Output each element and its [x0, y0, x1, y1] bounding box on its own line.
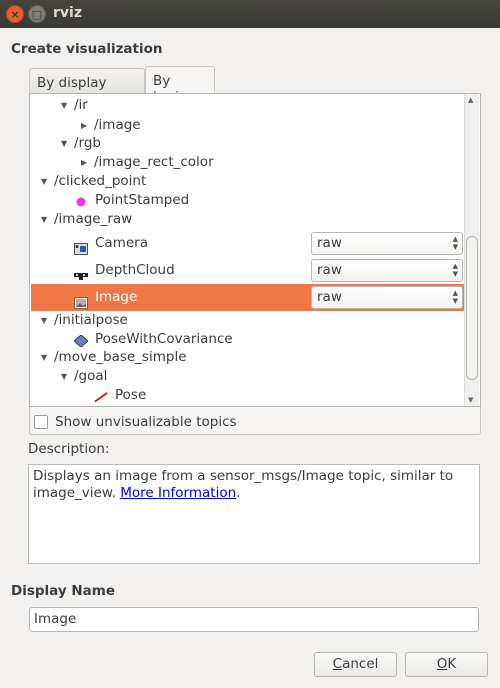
expand-arrow-right-icon[interactable]: ▶	[81, 153, 87, 172]
expand-arrow-down-icon[interactable]: ▼	[41, 348, 47, 367]
expand-arrow-down-icon[interactable]: ▼	[61, 134, 67, 153]
tree-item-label: DepthCloud	[95, 262, 175, 278]
section-heading: Create visualization	[11, 41, 163, 57]
display-item[interactable]: Pose	[31, 386, 466, 405]
show-unvisualizable-checkbox[interactable]	[34, 415, 48, 429]
expand-arrow-down-icon[interactable]: ▼	[41, 311, 47, 330]
tree-item-label: /goal	[74, 368, 108, 384]
expand-arrow-down-icon[interactable]: ▼	[61, 96, 67, 115]
image-icon	[74, 292, 88, 309]
camera-icon	[74, 238, 88, 255]
spinner-arrows-icon: ▲ ▼	[452, 262, 458, 278]
topic-item[interactable]: ▼ /goal	[31, 367, 466, 386]
title-bar: × □ rviz	[0, 0, 500, 28]
description-period: .	[236, 485, 241, 501]
tree-item-label: /ir	[74, 97, 88, 113]
display-item[interactable]: PoseWithCovariance	[31, 330, 466, 349]
description-text: Displays an image from a sensor_msgs/Ima…	[33, 468, 454, 501]
display-item[interactable]: DepthCloud raw ▲ ▼	[31, 257, 466, 284]
topic-item[interactable]: ▼ /ir	[31, 96, 466, 115]
display-item[interactable]: PointStamped	[31, 191, 466, 210]
topic-item[interactable]: ▶ /image_rect_color	[31, 153, 466, 172]
tree-item-label: Camera	[95, 235, 148, 251]
combo-value: raw	[317, 289, 342, 305]
tree-item-label: /clicked_point	[54, 173, 147, 189]
transport-combo[interactable]: raw ▲ ▼	[311, 286, 463, 309]
tree-item-label: PoseWithCovariance	[95, 331, 233, 347]
description-box: Displays an image from a sensor_msgs/Ima…	[28, 464, 480, 564]
spinner-arrows-icon: ▲ ▼	[452, 289, 458, 305]
ok-button[interactable]: OK	[405, 652, 488, 677]
topic-tree: ▼/ir ▶/image ▼/rgb ▶/image_rect_color ▼/clic…	[29, 93, 481, 407]
topic-item[interactable]: ▼ /initialpose	[31, 311, 466, 330]
combo-value: raw	[317, 262, 342, 278]
cancel-button[interactable]: Cancel	[314, 652, 397, 677]
display-name-input[interactable]: Image	[29, 607, 479, 632]
tree-item-label: /image_raw	[54, 211, 133, 227]
expand-arrow-down-icon[interactable]: ▼	[61, 367, 67, 386]
display-item[interactable]: Image raw ▲ ▼	[31, 284, 466, 311]
tab-by-display-type[interactable]: By display type	[29, 68, 145, 107]
depthcloud-icon	[74, 265, 88, 280]
scrollbar-thumb[interactable]	[466, 236, 478, 380]
pose-covariance-icon	[73, 333, 89, 348]
tree-item-label: /image	[94, 117, 141, 133]
tree-item-label: Image	[95, 289, 138, 305]
window-title: rviz	[53, 5, 82, 21]
expand-arrow-down-icon[interactable]: ▼	[41, 210, 47, 229]
show-unvisualizable-label: Show unvisualizable topics	[55, 414, 237, 430]
close-window-button[interactable]: ×	[6, 5, 24, 23]
topic-item[interactable]: ▶ /image	[31, 116, 466, 135]
topic-item[interactable]: ▼ /image_raw	[31, 210, 466, 229]
expand-arrow-down-icon[interactable]: ▼	[41, 172, 47, 191]
topic-item[interactable]: ▼ /clicked_point	[31, 172, 466, 191]
combo-value: raw	[317, 235, 342, 251]
more-information-link[interactable]: More Information	[120, 485, 236, 501]
tab-by-topic[interactable]: By topic	[145, 66, 215, 105]
transport-combo[interactable]: raw ▲ ▼	[311, 259, 463, 282]
spinner-arrows-icon: ▲ ▼	[452, 235, 458, 251]
tree-item-label: /initialpose	[54, 312, 128, 328]
display-name-label: Display Name	[11, 583, 115, 599]
tree-item-label: /rgb	[74, 135, 101, 151]
pose-arrow-icon	[94, 390, 108, 403]
display-item[interactable]: Camera raw ▲ ▼	[31, 230, 466, 257]
tree-item-label: Pose	[115, 387, 147, 403]
tree-item-label: /move_base_simple	[54, 349, 187, 365]
point-icon	[74, 195, 88, 207]
topic-item[interactable]: ▼ /move_base_simple	[31, 348, 466, 367]
expand-arrow-right-icon[interactable]: ▶	[81, 116, 87, 135]
tree-item-label: /image_rect_color	[94, 154, 214, 170]
topic-item[interactable]: ▼ /rgb	[31, 134, 466, 153]
transport-combo[interactable]: raw ▲ ▼	[311, 232, 463, 255]
tree-item-label: PointStamped	[95, 192, 190, 208]
maximize-window-button[interactable]: □	[28, 5, 46, 23]
description-label: Description:	[28, 441, 110, 457]
